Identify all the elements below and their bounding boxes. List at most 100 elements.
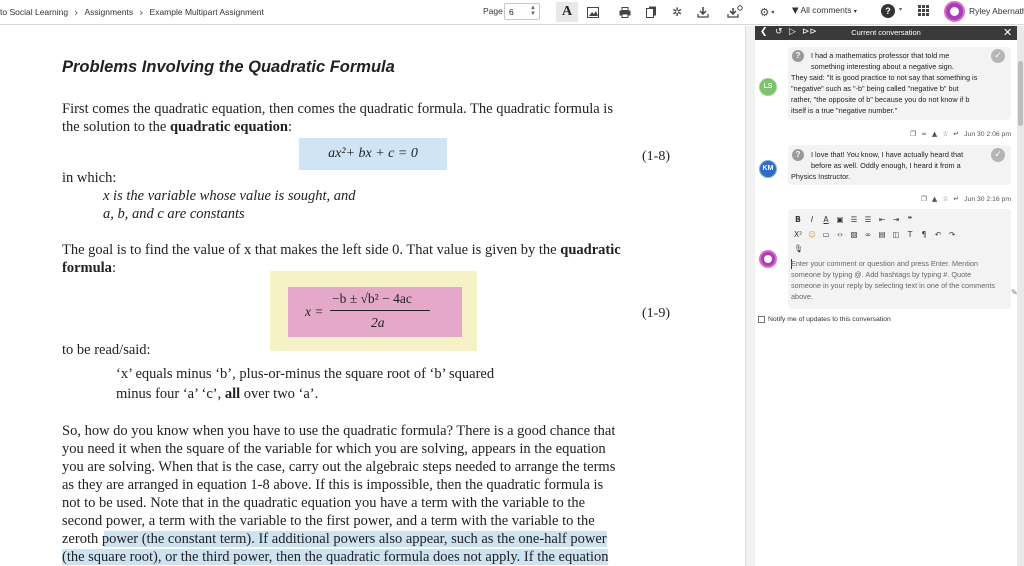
comment-meta: ❐ ∞ ▲ ☆ ↵ Jun 30 2:06 pm [910, 130, 1011, 138]
text-line: you need it when the square of the varia… [62, 441, 606, 457]
undo-icon[interactable]: ↶ [934, 230, 942, 239]
close-icon[interactable]: ✕ [1003, 26, 1012, 39]
user-name[interactable]: Ryley Abernath [969, 6, 1024, 16]
timestamp: Jun 30 2:16 pm [964, 196, 1011, 203]
print-icon[interactable] [614, 2, 636, 22]
comment-input[interactable]: Enter your comment or question and press… [791, 258, 1003, 302]
chevron-right-icon: › [74, 5, 79, 19]
flag-icon[interactable]: ▲ [932, 130, 937, 138]
font-color-icon[interactable]: A [822, 215, 830, 224]
download-icon[interactable] [692, 2, 714, 22]
equation-number: (1-8) [642, 149, 670, 164]
formula-denominator: 2a [371, 315, 385, 330]
text-line: as they are arranged in equation 1-8 abo… [62, 477, 604, 493]
text-line: zeroth power (the constant term). If add… [62, 531, 607, 547]
check-icon[interactable]: ✓ [991, 49, 1005, 63]
copy-icon[interactable]: ❐ [910, 130, 916, 138]
highlight-icon[interactable]: ▣ [836, 215, 844, 224]
microphone-icon[interactable]: 🎙 [794, 244, 804, 253]
flag-icon[interactable]: ▲ [932, 195, 937, 203]
settings-gear-icon[interactable]: ✲ [666, 2, 688, 22]
clear-format-icon[interactable]: T [906, 230, 914, 239]
user-avatar[interactable] [944, 1, 965, 22]
download-notify-icon[interactable] [724, 2, 746, 22]
page-stepper-icon[interactable]: ▲ ▼ [530, 5, 536, 17]
numbered-list-icon[interactable]: ☰ [850, 215, 858, 224]
comment-text: "negative" such as "-b" being called "ne… [791, 84, 959, 93]
all-comments-filter[interactable]: ▼ All comments ▾ [792, 5, 857, 16]
indent-icon[interactable]: ⇥ [892, 215, 900, 224]
text-size-icon[interactable]: A [556, 2, 578, 22]
panel-divider[interactable] [745, 26, 755, 566]
chevron-down-icon[interactable]: ▾ [899, 6, 902, 13]
fraction-bar [330, 310, 430, 311]
superscript-icon[interactable]: X² [794, 230, 802, 239]
italic-icon[interactable]: I [808, 215, 816, 224]
paragraph-icon[interactable]: ¶ [920, 230, 928, 239]
read-said-line: ‘x’ equals minus ‘b’, plus-or-minus the … [116, 366, 495, 382]
read-said-line: minus four ‘a’ ‘c’, all over two ‘a’. [116, 386, 319, 402]
read-said-label: to be read/said: [62, 342, 151, 358]
formula-lhs: x = [305, 304, 324, 319]
notify-label: Notify me of updates to this conversatio… [768, 316, 891, 323]
link-icon[interactable]: ∞ [864, 230, 872, 239]
copy-icon[interactable]: ❐ [921, 195, 927, 203]
reply-icon[interactable]: ↵ [953, 130, 959, 138]
scrollbar[interactable] [1017, 26, 1024, 566]
video-icon[interactable]: ▭ [822, 230, 830, 239]
page-number-input[interactable]: 6 ▲ ▼ [504, 3, 540, 20]
comment-text: Physics Instructor. [791, 172, 851, 181]
text-line: So, how do you know when you have to use… [62, 423, 616, 439]
redo-icon[interactable]: ↷ [948, 230, 956, 239]
comment-text: They said: "It is good practice to not s… [791, 73, 978, 82]
paragraph-intro: First comes the quadratic equation, then… [62, 100, 613, 136]
scrollbar-thumb[interactable] [1018, 61, 1023, 126]
question-icon: ? [792, 50, 804, 62]
top-toolbar: to Social Learning › Assignments › Examp… [0, 0, 1024, 25]
options-gear-icon[interactable]: ⚙ ▾ [754, 2, 780, 22]
bullet-list-icon[interactable]: ☰ [864, 215, 872, 224]
image-icon[interactable]: ▨ [850, 230, 858, 239]
question-icon: ? [792, 149, 804, 161]
avatar[interactable]: KM [759, 160, 777, 178]
code-icon[interactable]: ‹› [836, 230, 844, 239]
notify-checkbox[interactable]: Notify me of updates to this conversatio… [758, 316, 891, 323]
star-icon[interactable]: ☆ [942, 130, 948, 138]
bold-icon[interactable]: B [794, 215, 802, 224]
chart-icon[interactable]: ◫ [892, 230, 900, 239]
star-icon[interactable]: ☆ [942, 195, 948, 203]
outdent-icon[interactable]: ⇤ [878, 215, 886, 224]
avatar[interactable]: LS [759, 78, 777, 96]
image-icon[interactable] [582, 2, 604, 22]
media-icon[interactable]: ▤ [878, 230, 886, 239]
quote-icon[interactable]: ❞ [906, 215, 914, 224]
breadcrumb-social-learning[interactable]: to Social Learning [0, 7, 68, 17]
definition-x: x is the variable whose value is sought,… [103, 188, 356, 204]
comment-text: itself is a true "negative number." [791, 106, 898, 115]
breadcrumb-assignments[interactable]: Assignments [84, 7, 133, 17]
comment-text: before as well. Oddly enough, I heard it… [811, 161, 961, 170]
comment-text: I love that! You know, I have actually h… [811, 150, 964, 159]
equation-number: (1-9) [642, 306, 670, 321]
reply-icon[interactable]: ↵ [953, 195, 959, 203]
link-icon[interactable]: ∞ [921, 130, 927, 138]
help-icon[interactable]: ? [881, 4, 895, 18]
avatar [759, 250, 777, 268]
comment-editor: B I A ▣ ☰ ☰ ⇤ ⇥ ❞ X² ☺ ▭ ‹› ▨ ∞ ▤ ◫ T ¶ … [788, 209, 1024, 309]
chevron-right-icon: › [139, 5, 144, 19]
panel-title: Current conversation [851, 28, 921, 37]
definition-constants: a, b, and c are constants [103, 206, 245, 222]
format-toolbar: 🎙 [794, 244, 804, 253]
text-line: the solution to the quadratic equation: [62, 119, 293, 135]
check-icon[interactable]: ✓ [991, 148, 1005, 162]
in-which-label: in which: [62, 170, 117, 186]
emoji-icon[interactable]: ☺ [808, 230, 816, 239]
apps-grid-icon[interactable] [918, 5, 929, 16]
copy-icon[interactable] [640, 2, 662, 22]
text-line: you are solving. When that is the case, … [62, 459, 616, 475]
checkbox-icon[interactable] [758, 316, 765, 323]
breadcrumb-assignment[interactable]: Example Multipart Assignment [150, 7, 264, 17]
format-toolbar: B I A ▣ ☰ ☰ ⇤ ⇥ ❞ [794, 215, 914, 224]
formula-numerator: −b ± √b² − 4ac [332, 291, 412, 306]
comment-panel: ❮ ↺ ▷ ⊳⊳ Current conversation ✕ LS ? ✓ I… [755, 26, 1024, 566]
